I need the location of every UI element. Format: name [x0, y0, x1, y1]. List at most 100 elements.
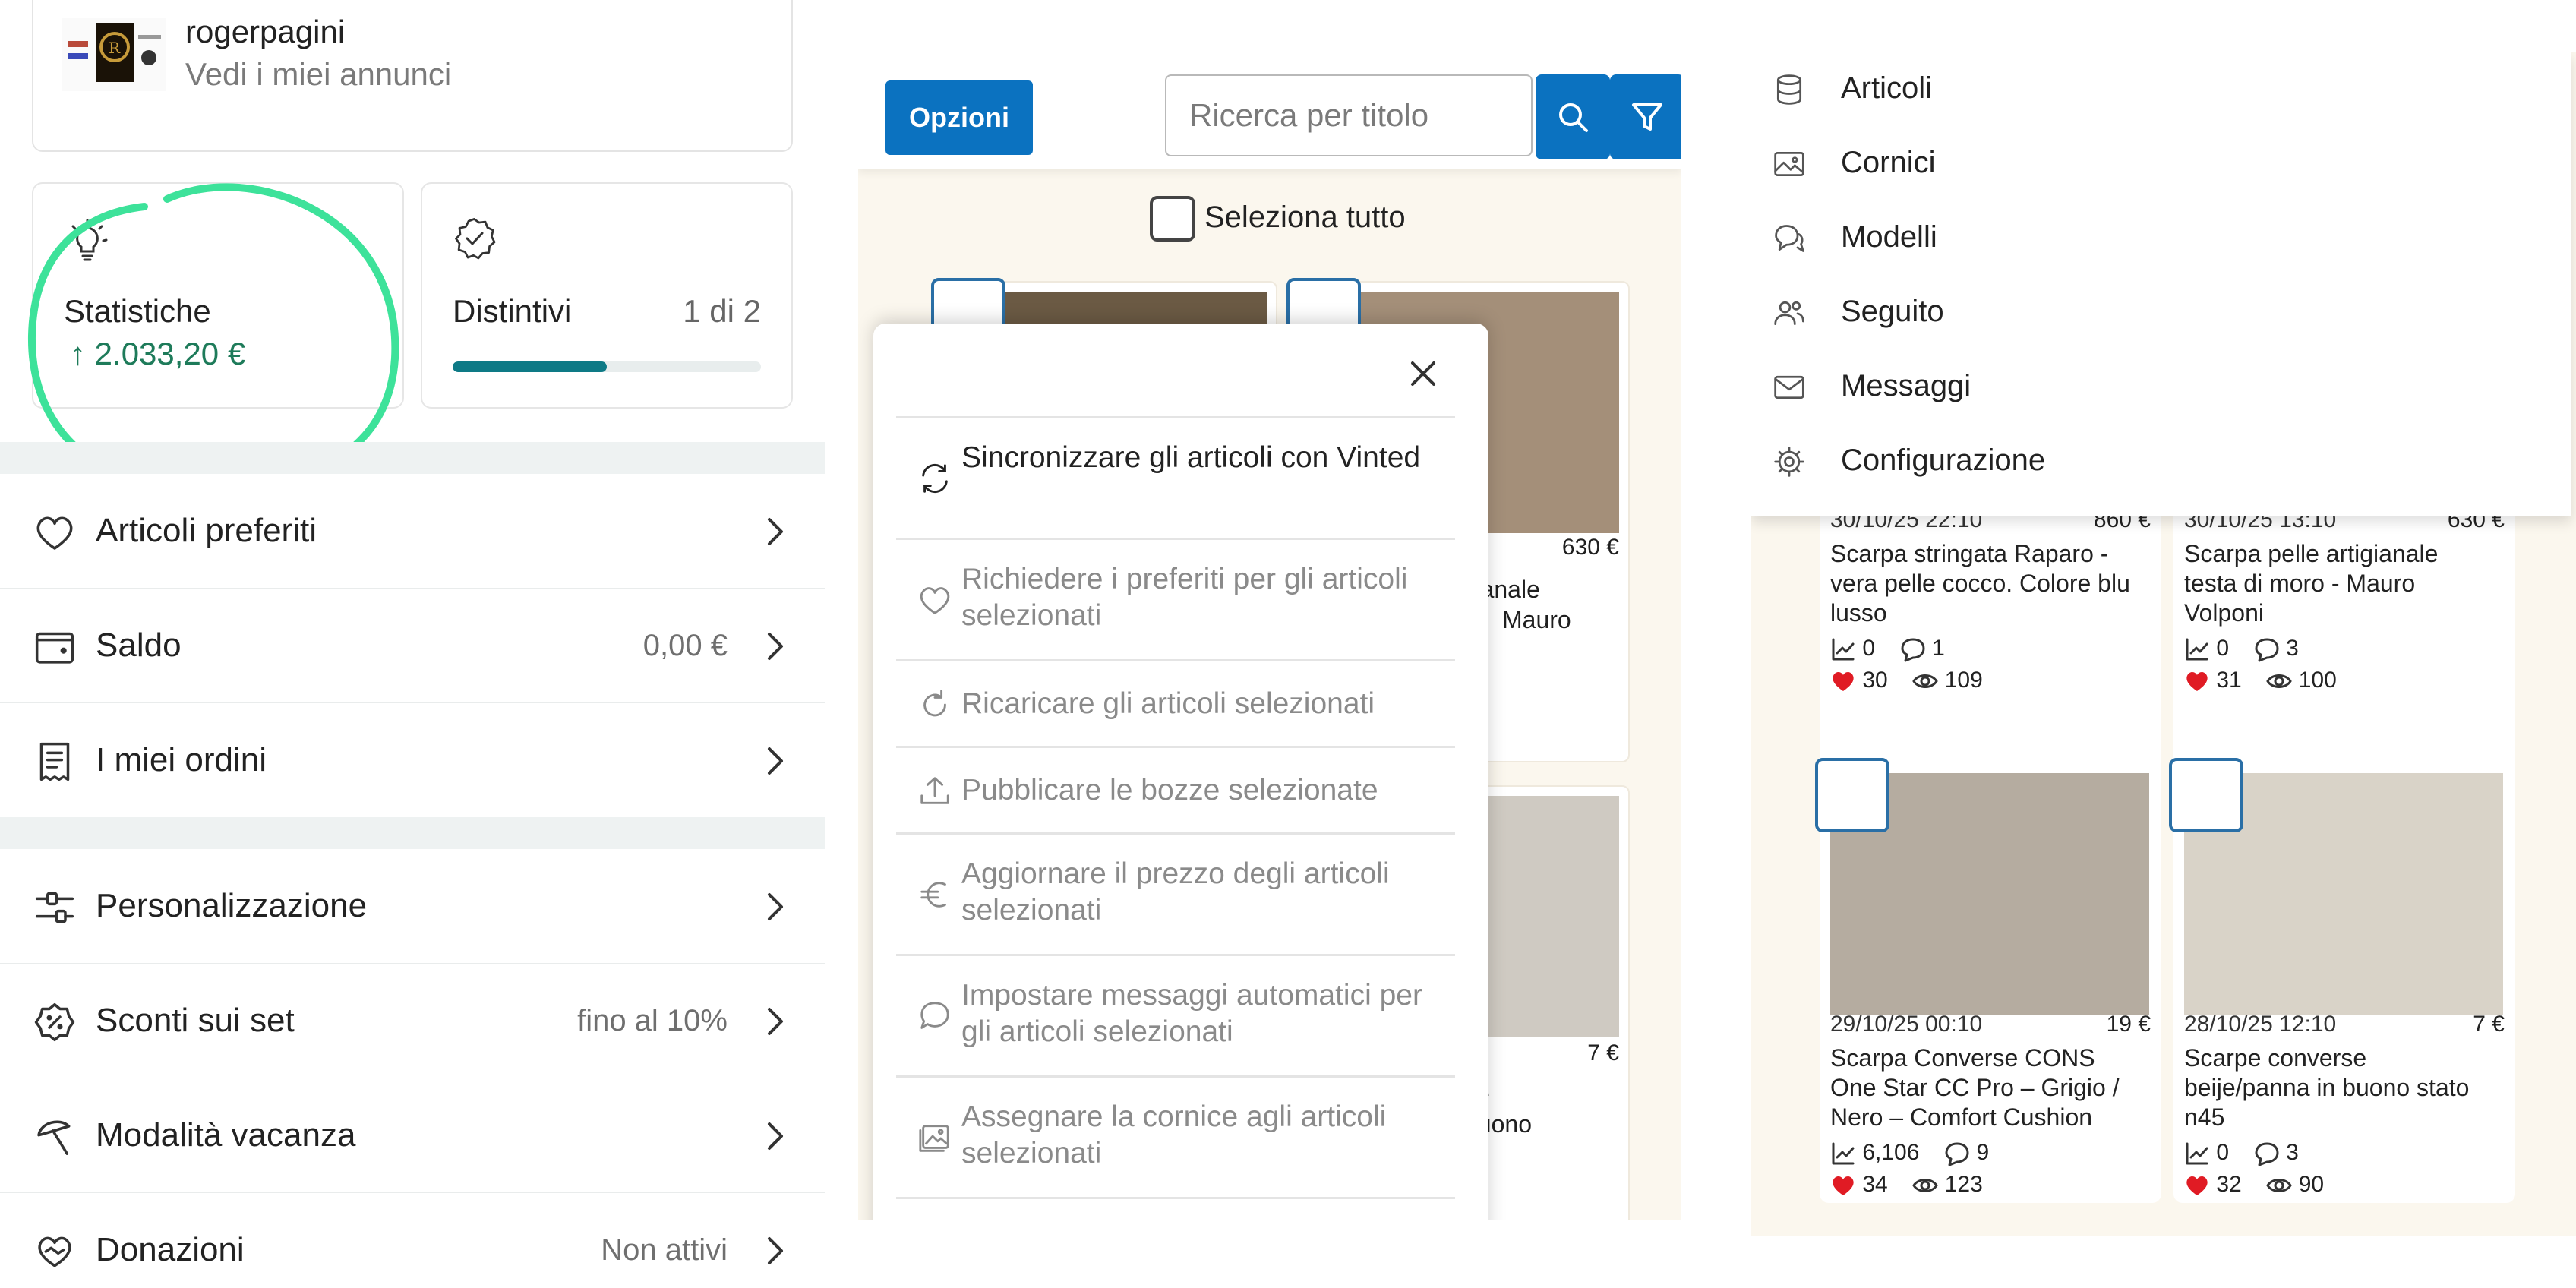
search-icon: [1556, 100, 1589, 134]
nav-item-seguito[interactable]: Seguito: [1773, 290, 2228, 336]
receipt-icon: [32, 740, 77, 783]
avatar[interactable]: R: [62, 18, 166, 91]
article-stats-row: 34 123: [1830, 1171, 1983, 1198]
chevron-right-icon: [766, 1006, 785, 1037]
article-title[interactable]: Scarpa pelle artigianale testa di moro -…: [2184, 539, 2496, 628]
badges-card[interactable]: Distintivi 1 di 2: [421, 182, 793, 409]
article-stats-row: 32 90: [2184, 1171, 2324, 1198]
sheet-action-sincronizzare-gli-articoli[interactable]: Sincronizzare gli articoli con Vinted: [896, 416, 1455, 540]
nav-item-label: Articoli: [1841, 71, 1933, 105]
sheet-divider: [896, 1197, 1455, 1220]
filter-icon: [1631, 100, 1664, 134]
article-stats-row: 0 3: [2184, 635, 2299, 662]
article-card[interactable]: 30/10/25 22:10 860 € Scarpa stringata Ra…: [1820, 477, 2161, 781]
chevron-right-icon: [766, 746, 785, 776]
sheet-action-ricaricare-gli-articoli[interactable]: Ricaricare gli articoli selezionati: [896, 659, 1455, 748]
menu-item-value: 0,00 €: [642, 629, 728, 662]
menu-item-modalit-vacanza[interactable]: Modalità vacanza: [0, 1078, 825, 1195]
likes-value: 30: [1862, 668, 1888, 693]
heart-icon: [2184, 1172, 2210, 1198]
nav-item-cornici[interactable]: Cornici: [1773, 141, 2228, 187]
trend-icon: [2184, 1140, 2210, 1166]
trend-icon: [1830, 636, 1856, 662]
sheet-action-label: Ricaricare gli articoli selezionati: [961, 687, 1375, 720]
menu-item-value: Non attivi: [601, 1233, 728, 1267]
messages-icon: [2254, 1140, 2280, 1166]
article-card[interactable]: 29/10/25 00:10 19 € Scarpa Converse CONS…: [1815, 758, 2161, 1203]
trend-icon: [1830, 1140, 1856, 1166]
close-icon[interactable]: [1405, 355, 1441, 392]
trend-value: 0: [2216, 1140, 2230, 1166]
filter-button[interactable]: [1610, 74, 1681, 159]
likes-value: 32: [2216, 1172, 2242, 1198]
section-divider: [0, 817, 825, 849]
article-card[interactable]: 30/10/25 13:10 630 € Scarpa pelle artigi…: [2174, 477, 2515, 781]
nav-item-label: Messaggi: [1841, 369, 1971, 402]
menu-item-label: I miei ordini: [96, 741, 267, 778]
article-checkbox[interactable]: [1815, 758, 1889, 832]
svg-text:R: R: [109, 39, 121, 57]
heart-icon: [917, 582, 952, 617]
article-card[interactable]: 28/10/25 12:10 7 € Scarpe converse beije…: [2169, 758, 2515, 1203]
product-price: 630 €: [1561, 535, 1619, 560]
menu-item-label: Saldo: [96, 627, 182, 664]
badges-progress-fill: [453, 361, 607, 372]
menu-item-label: Sconti sui set: [96, 1002, 295, 1039]
users-icon: [1773, 296, 1806, 330]
sheet-action-assegnare-la-cornice[interactable]: Assegnare la cornice agli articoli selez…: [896, 1075, 1455, 1199]
heart-icon: [1830, 668, 1856, 694]
options-panel: Opzioni Ricerca per titolo Seleziona tut…: [858, 52, 1681, 1220]
article-title[interactable]: Scarpa stringata Raparo - vera pelle coc…: [1830, 539, 2142, 628]
sliders-icon: [32, 886, 77, 929]
chevron-right-icon: [766, 1236, 785, 1266]
nav-item-modelli[interactable]: Modelli: [1773, 216, 2228, 261]
profile-card[interactable]: R rogerpagini Vedi i miei annunci: [32, 0, 793, 152]
menu-item-personalizzazione[interactable]: Personalizzazione: [0, 849, 825, 965]
views-value: 123: [1944, 1172, 1983, 1198]
select-all-checkbox[interactable]: [1150, 196, 1195, 242]
menu-item-label: Articoli preferiti: [96, 512, 317, 549]
sheet-action-pubblicare-le-bozze[interactable]: Pubblicare le bozze selezionate: [896, 746, 1455, 835]
sheet-action-impostare-messaggi-automatici[interactable]: Impostare messaggi automatici per gli ar…: [896, 954, 1455, 1078]
chevron-right-icon: [766, 1121, 785, 1151]
donation-heart-icon: [32, 1230, 77, 1273]
navigation-dropdown: Articoli Cornici Modelli Seguito Messagg…: [1751, 52, 2571, 516]
article-stats-row: 30 109: [1830, 667, 1983, 694]
menu-item-value: fino al 10%: [577, 1004, 728, 1037]
menu-item-label: Donazioni: [96, 1231, 245, 1268]
options-button[interactable]: Opzioni: [886, 80, 1033, 155]
mail-icon: [1773, 371, 1806, 404]
select-all-label[interactable]: Seleziona tutto: [1204, 200, 1406, 235]
sheet-action-label: Sincronizzare gli articoli con Vinted: [961, 441, 1421, 474]
likes-value: 34: [1862, 1172, 1888, 1198]
views-value: 100: [2298, 668, 2337, 693]
menu-item-label: Modalità vacanza: [96, 1116, 356, 1154]
article-date: 29/10/25 00:10: [1830, 1012, 1983, 1037]
menu-item-sconti-sui-set[interactable]: Sconti sui set fino al 10%: [0, 964, 825, 1080]
menu-item-donazioni[interactable]: Donazioni Non attivi: [0, 1193, 825, 1288]
menu-item-articoli-preferiti[interactable]: Articoli preferiti: [0, 474, 825, 590]
article-title[interactable]: Scarpa Converse CONS One Star CC Pro – G…: [1830, 1043, 2142, 1132]
gear-icon: [1773, 445, 1806, 478]
badge-check-icon: [451, 214, 498, 261]
image-frame-icon: [917, 1120, 952, 1155]
menu-item-saldo[interactable]: Saldo 0,00 €: [0, 589, 825, 705]
menu-item-label: Personalizzazione: [96, 887, 368, 924]
article-stats-row: 0 3: [2184, 1139, 2299, 1166]
article-title[interactable]: Scarpe converse beije/panna in buono sta…: [2184, 1043, 2496, 1132]
euro-icon: [917, 877, 952, 912]
search-input[interactable]: Ricerca per titolo: [1165, 74, 1533, 156]
nav-item-messaggi[interactable]: Messaggi: [1773, 365, 2228, 410]
search-button[interactable]: [1536, 74, 1610, 159]
articles-panel: 30/10/25 22:10 860 € Scarpa stringata Ra…: [1751, 52, 2576, 1236]
nav-item-configurazione[interactable]: Configurazione: [1773, 439, 2228, 485]
view-listings-link[interactable]: Vedi i miei annunci: [185, 56, 451, 93]
nav-item-articoli[interactable]: Articoli: [1773, 67, 2228, 112]
trend-value: 0: [1862, 636, 1876, 661]
messages-value: 9: [1976, 1140, 1990, 1166]
sheet-action-aggiornare-il-prezzo[interactable]: Aggiornare il prezzo degli articoli sele…: [896, 832, 1455, 956]
sheet-action-richiedere-i-preferiti[interactable]: Richiedere i preferiti per gli articoli …: [896, 538, 1455, 661]
eye-icon: [2266, 1172, 2293, 1198]
article-checkbox[interactable]: [2169, 758, 2243, 832]
menu-item-i-miei-ordini[interactable]: I miei ordini: [0, 703, 825, 819]
